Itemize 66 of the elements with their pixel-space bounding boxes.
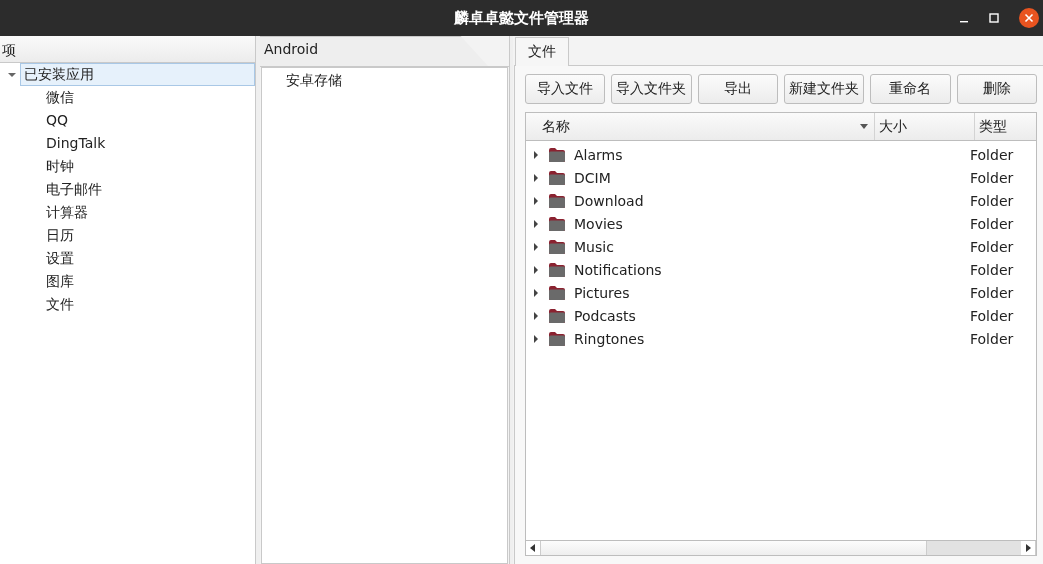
table-cell: Folder [970,238,1014,255]
table-cell: Folder [970,307,1014,324]
list-item[interactable]: 安卓存储 [262,68,342,90]
folder-icon [548,215,566,232]
table-cell: Alarms [574,146,623,163]
toolbar-button[interactable]: 导出 [697,74,778,104]
expand-arrow-icon[interactable] [532,242,540,251]
column-header: 项 [0,36,255,63]
tree-item[interactable]: 电子邮件 [42,178,106,201]
folder-icon [548,261,566,278]
tree-item[interactable]: 设置 [42,247,78,270]
tab[interactable]: 文件 [515,37,569,66]
table-cell: Notifications [574,261,662,278]
table-cell: Folder [970,192,1014,209]
tree-item[interactable]: DingTalk [42,132,110,155]
table-cell: Podcasts [574,307,636,324]
table-cell: Download [574,192,644,209]
collapse-arrow-icon[interactable] [8,70,16,79]
table-cell: Folder [970,284,1014,301]
expand-arrow-icon[interactable] [532,150,540,159]
toolbar-button[interactable]: 导入文件 [525,74,606,104]
column-header[interactable]: 名称 [526,113,875,140]
tree-item[interactable]: 计算器 [42,201,92,224]
tree-item[interactable]: 已安装应用 [20,63,255,86]
table-cell: Ringtones [574,330,645,347]
column-header[interactable]: 大小 [875,113,975,140]
folder-icon [548,192,566,209]
folder-icon [548,307,566,324]
tree-item[interactable]: QQ [42,109,73,132]
folder-icon [548,330,566,347]
folder-icon [548,238,566,255]
folder-icon [548,169,566,186]
table-cell: Music [574,238,614,255]
toolbar-button[interactable]: 新建文件夹 [784,74,865,104]
toolbar-button[interactable]: 重命名 [870,74,951,104]
tree-item[interactable]: 时钟 [42,155,78,178]
table-cell: Folder [970,169,1014,186]
table-cell: Folder [970,146,1014,163]
table-cell: Folder [970,261,1014,278]
table-cell: Folder [970,215,1014,232]
toolbar-button[interactable]: 导入文件夹 [611,74,692,104]
folder-icon [548,284,566,301]
scroll-thumb[interactable] [926,541,1021,555]
expand-arrow-icon[interactable] [532,219,540,228]
tree-item[interactable]: 文件 [42,293,78,316]
folder-icon [548,146,566,163]
expand-arrow-icon[interactable] [532,173,540,182]
horizontal-scrollbar[interactable] [526,540,1036,555]
table-cell: Pictures [574,284,630,301]
close-icon[interactable] [1019,8,1039,28]
tree-item[interactable]: 日历 [42,224,78,247]
table-cell: Movies [574,215,623,232]
maximize-icon[interactable] [989,13,999,23]
expand-arrow-icon[interactable] [532,334,540,343]
expand-arrow-icon[interactable] [532,288,540,297]
window-title: 麟卓卓懿文件管理器 [454,8,589,28]
toolbar-button[interactable]: 删除 [956,74,1037,104]
expand-arrow-icon[interactable] [532,265,540,274]
expand-arrow-icon[interactable] [532,196,540,205]
table-cell: DCIM [574,169,611,186]
table-cell: Folder [970,330,1014,347]
tree-item[interactable]: 图库 [42,270,78,293]
expand-arrow-icon[interactable] [532,311,540,320]
tree-item[interactable]: 微信 [42,86,78,109]
tab[interactable]: Android [260,36,488,66]
column-header[interactable]: 类型 [975,113,1036,140]
